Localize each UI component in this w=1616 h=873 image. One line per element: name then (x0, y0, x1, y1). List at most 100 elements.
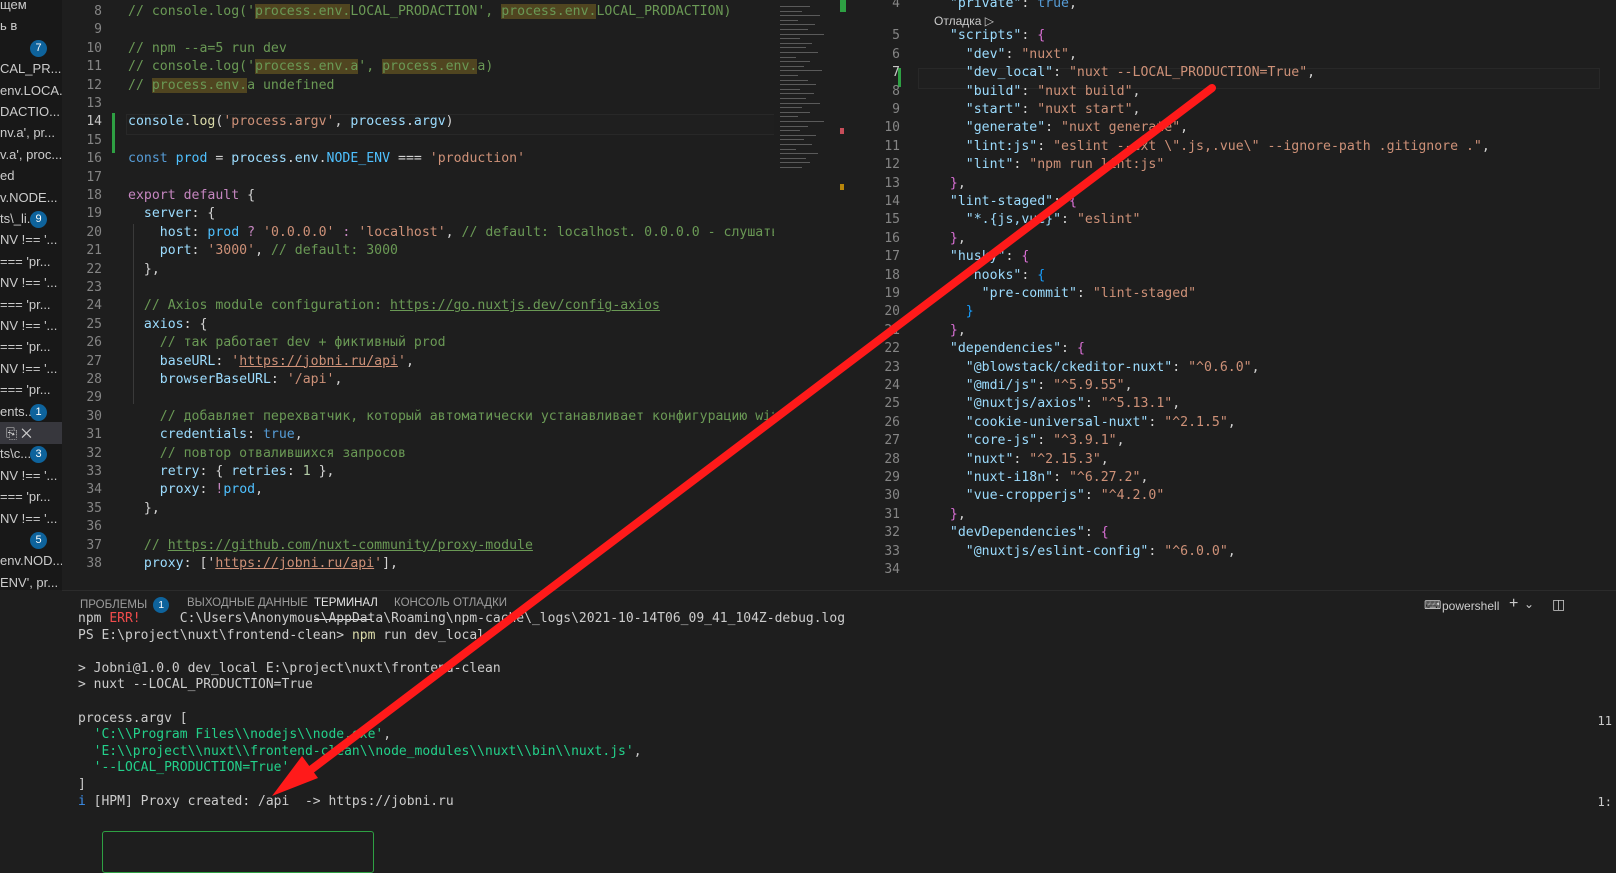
code-token: const (128, 151, 176, 167)
code-token: https://go.nuxtjs.dev/config-axios (390, 298, 660, 314)
search-result-item[interactable]: NV !== '... (0, 229, 62, 251)
json-token: : (1037, 433, 1054, 449)
search-result-item[interactable]: ⎘ ✕ (0, 422, 62, 444)
code-token: port (128, 243, 192, 259)
code-token: '0.0.0.0' (263, 224, 335, 240)
line-number: 29 (86, 390, 102, 406)
search-result-item[interactable]: nv.a', pr... (0, 122, 62, 144)
debug-code-lens[interactable]: Отладка ▷ (934, 14, 994, 28)
search-result-item[interactable]: NV !== '... (0, 465, 62, 487)
code-token: : (247, 427, 263, 443)
panel-tab[interactable]: КОНСОЛЬ ОТЛАДКИ (394, 597, 507, 609)
editor-package-json[interactable]: Отладка ▷ 4 5 6 7 8 9 10 11 12 13 14 15 16 17 18 19 20 21… (870, 0, 1616, 590)
search-result-item[interactable]: === 'pr... (0, 336, 62, 358)
search-result-item[interactable]: === 'pr... (0, 379, 62, 401)
search-result-item[interactable]: v.a', proc... (0, 144, 62, 166)
code-token: process.env. (382, 59, 478, 75)
json-token: "^5.13.1" (1100, 396, 1173, 412)
minimap-line (780, 98, 806, 99)
add-terminal-button[interactable]: + (1509, 595, 1518, 613)
search-result-item[interactable]: 5 (0, 529, 62, 551)
line-number: 14 (884, 194, 900, 209)
search-result-item[interactable]: v.NODE... (0, 187, 62, 209)
json-token: : (1148, 543, 1165, 559)
code-token: = (207, 151, 232, 167)
search-result-item[interactable]: env.NOD... (0, 550, 62, 572)
code-token: process.env. (255, 4, 351, 19)
code-token: : (270, 372, 287, 387)
minimap-line (780, 167, 802, 168)
split-terminal-icon[interactable]: ◫ (1552, 596, 1565, 613)
code-token: baseURL (128, 353, 216, 369)
panel-tab[interactable]: ВЫХОДНЫЕ ДАННЫЕ (187, 597, 308, 609)
replace-dismiss-icons[interactable]: ⎘ ✕ (6, 422, 32, 444)
json-token: "^4.2.0" (1100, 488, 1165, 504)
minimap-line (780, 153, 818, 155)
minimap-marker (840, 0, 846, 12)
search-result-item[interactable]: === 'pr... (0, 486, 62, 508)
minimap[interactable] (774, 0, 862, 590)
line-number: 18 (86, 188, 102, 203)
editor-nuxt-config[interactable]: 8 9 10 11 12 13 14 15 16 17 18 19 20 21 22 23 24 25 26 27 28… (62, 0, 774, 590)
chevron-down-icon[interactable]: ⌄ (1524, 597, 1534, 611)
search-result-text: === 'pr... (0, 382, 51, 397)
json-token: : (1021, 0, 1038, 11)
search-result-item[interactable]: 7 (0, 37, 62, 59)
minimap-line (780, 65, 804, 67)
line-number: 29 (884, 470, 900, 485)
search-result-item[interactable]: ts\c... 3 (0, 443, 62, 465)
search-result-item[interactable]: CAL_PR... (0, 58, 62, 80)
minimap-line (780, 88, 800, 90)
code-token: , (294, 427, 303, 443)
search-result-item[interactable]: DACTIO... (0, 101, 62, 123)
search-result-item[interactable]: ents... 1 (0, 401, 62, 423)
search-result-item[interactable]: env.LOCA... (0, 80, 62, 102)
search-result-text: nv.a', pr... (0, 125, 55, 140)
code-line: "vue-cropperjs": "^4.2.0" (934, 488, 1165, 504)
code-line: baseURL: 'https://jobni.ru/api', (128, 354, 414, 369)
code-token: , (255, 482, 264, 498)
terminal-shell-icon[interactable]: ⌨ (1424, 598, 1441, 612)
search-result-item[interactable]: === 'pr... (0, 294, 62, 316)
line-number: 8 (892, 83, 900, 99)
search-result-item[interactable]: ь в (0, 15, 62, 37)
search-result-item[interactable]: === 'pr... (0, 251, 62, 273)
line-number: 10 (884, 120, 900, 136)
search-result-item[interactable]: щем (0, 0, 62, 16)
line-number: 20 (884, 304, 900, 320)
search-result-item[interactable]: ts\_li... 9 (0, 208, 62, 230)
minimap-line (780, 148, 796, 150)
line-number: 15 (86, 132, 102, 148)
search-result-item[interactable]: NV !== '... (0, 272, 62, 294)
search-result-item[interactable]: NV !== '... (0, 508, 62, 530)
search-result-item[interactable]: NV !== '... (0, 315, 62, 337)
code-token: LOCAL_PRODACTION) (596, 4, 732, 19)
terminal-shell-label[interactable]: powershell (1442, 599, 1499, 613)
code-token: // console.log(' (128, 4, 256, 19)
search-result-item[interactable]: ENV', pr... (0, 572, 62, 590)
terminal-line: i [HPM] Proxy created: /api -> https://j… (78, 794, 454, 809)
code-line: "lint-staged": { (934, 194, 1077, 209)
json-token: "hooks" (934, 267, 1022, 283)
line-number: 33 (884, 543, 900, 559)
code-token: prod (223, 482, 256, 498)
match-count-badge: 7 (30, 40, 47, 57)
minimap-line (780, 157, 806, 159)
panel-tab-label: ПРОБЛЕМЫ (80, 599, 148, 611)
search-result-item[interactable]: NV !== '... (0, 358, 62, 380)
line-number: 11 (884, 138, 900, 154)
minimap-line (780, 125, 808, 127)
panel-tab[interactable]: ТЕРМИНАЛ (314, 597, 378, 609)
search-result-item[interactable]: ed (0, 165, 62, 187)
code-line: // console.log('process.env.a', process.… (128, 59, 493, 75)
code-token: , (445, 224, 462, 240)
code-line: // так работает dev + фиктивный prod (128, 335, 446, 350)
json-token: "nuxt" (934, 451, 1014, 467)
json-token: , (1227, 414, 1236, 430)
terminal-token: > Jobni@1.0.0 dev_local E:\project\nuxt\… (78, 660, 501, 676)
json-token: , (1251, 359, 1260, 375)
match-count-badge: 3 (30, 446, 47, 463)
code-line: "nuxt-i18n": "^6.27.2", (934, 470, 1149, 485)
minimap-line (780, 116, 798, 118)
line-marker: 11 (1597, 714, 1612, 728)
